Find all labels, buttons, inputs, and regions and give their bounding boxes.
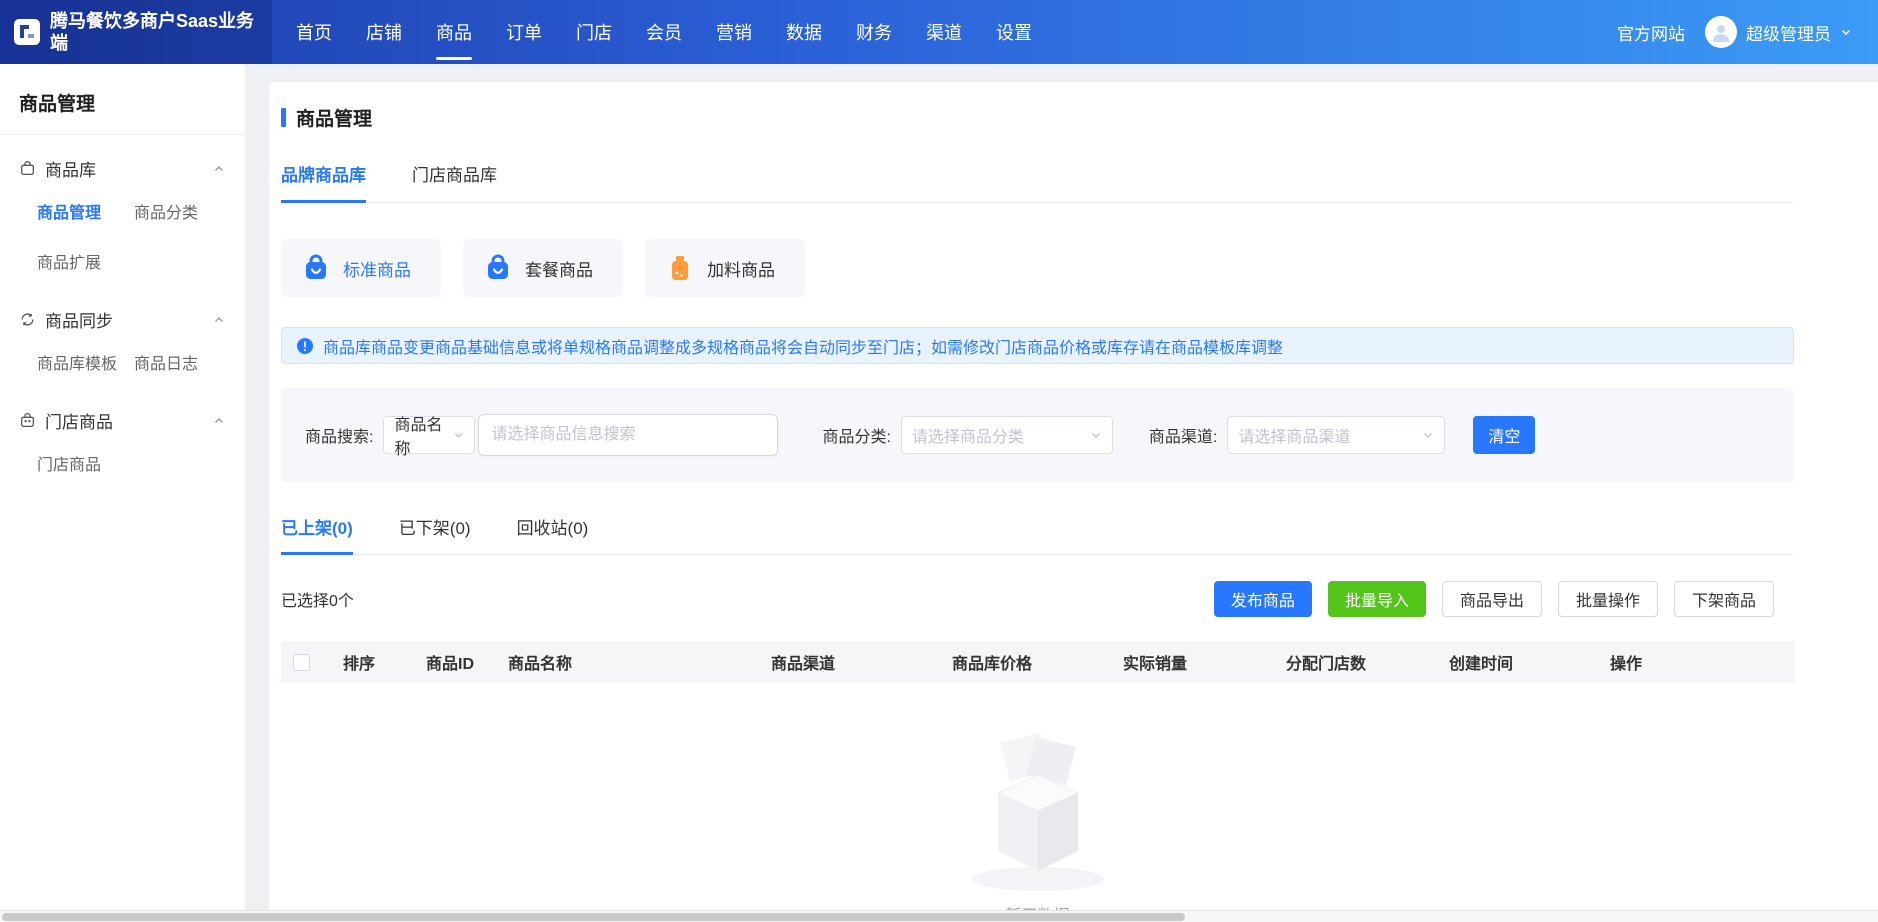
nav-item-finance[interactable]: 财务 <box>854 0 894 64</box>
sidebar-item-product-management[interactable]: 商品管理 <box>37 186 134 236</box>
avatar <box>1705 16 1737 48</box>
sidebar-item-product-log[interactable]: 商品日志 <box>134 337 231 387</box>
chevron-up-icon[interactable] <box>213 415 225 427</box>
title-accent-bar <box>281 108 286 127</box>
page-title-row: 商品管理 <box>281 104 1794 131</box>
scrollbar-thumb[interactable] <box>2 913 1185 921</box>
sidebar-group-store-product[interactable]: 门店商品 <box>0 408 245 433</box>
jar-icon <box>665 253 695 283</box>
chevron-down-icon <box>1422 429 1434 441</box>
sync-icon <box>19 311 36 328</box>
nav-item-member[interactable]: 会员 <box>644 0 684 64</box>
search-label: 商品搜索: <box>305 423 373 447</box>
col-product-name: 商品名称 <box>508 650 771 674</box>
notice-text: 商品库商品变更商品基础信息或将单规格商品调整成多规格商品将会自动同步至门店；如需… <box>323 334 1283 358</box>
col-sort: 排序 <box>343 650 426 674</box>
nav-item-data[interactable]: 数据 <box>784 0 824 64</box>
brand-area: 腾马餐饮多商户Saas业务端 <box>0 0 272 64</box>
channel-label: 商品渠道: <box>1149 423 1217 447</box>
card-combo-product[interactable]: 套餐商品 <box>463 239 623 297</box>
chevron-down-icon <box>1840 26 1852 38</box>
col-assigned-stores: 分配门店数 <box>1286 650 1449 674</box>
chevron-up-icon[interactable] <box>213 163 225 175</box>
sidebar-group-product-sync[interactable]: 商品同步 <box>0 307 245 332</box>
card-topping-product[interactable]: 加料商品 <box>645 239 805 297</box>
batch-import-button[interactable]: 批量导入 <box>1328 581 1426 617</box>
main-area: 商品管理 品牌商品库 门店商品库 标准商品 <box>245 64 1878 922</box>
col-product-id: 商品ID <box>426 650 508 674</box>
library-tabs: 品牌商品库 门店商品库 <box>281 161 1794 203</box>
sidebar-item-product-extension[interactable]: 商品扩展 <box>37 236 134 286</box>
chevron-down-icon <box>1090 429 1102 441</box>
chevron-down-icon <box>453 429 464 441</box>
bag-icon <box>483 253 513 283</box>
nav-item-store[interactable]: 门店 <box>574 0 614 64</box>
user-menu[interactable]: 超级管理员 <box>1705 16 1852 48</box>
product-type-cards: 标准商品 套餐商品 加料商品 <box>281 239 1794 297</box>
tab-recycle-bin[interactable]: 回收站(0) <box>517 514 589 554</box>
filter-panel: 商品搜索: 商品名称 商品分类: 请选择商品分类 商品渠道: 请选择商品渠道 <box>281 388 1794 482</box>
search-input[interactable] <box>478 414 778 456</box>
tab-on-shelf[interactable]: 已上架(0) <box>281 514 353 554</box>
product-export-button[interactable]: 商品导出 <box>1442 581 1542 617</box>
nav-item-marketing[interactable]: 营销 <box>714 0 754 64</box>
empty-box-illustration <box>948 713 1128 900</box>
horizontal-scrollbar[interactable] <box>0 910 1878 922</box>
col-library-price: 商品库价格 <box>952 650 1123 674</box>
brand-title: 腾马餐饮多商户Saas业务端 <box>50 10 258 54</box>
table-header: 排序 商品ID 商品名称 商品渠道 商品库价格 实际销量 分配门店数 创建时间 … <box>281 641 1794 683</box>
official-site-link[interactable]: 官方网站 <box>1617 20 1685 45</box>
brand-logo-icon <box>14 19 40 45</box>
primary-nav: 首页 店铺 商品 订单 门店 会员 营销 数据 财务 渠道 设置 <box>294 0 1034 64</box>
off-shelf-button[interactable]: 下架商品 <box>1674 581 1774 617</box>
select-all-checkbox[interactable] <box>293 654 310 671</box>
username-label: 超级管理员 <box>1746 20 1831 45</box>
col-operation: 操作 <box>1610 650 1794 674</box>
col-actual-sales: 实际销量 <box>1123 650 1286 674</box>
toolbar-row: 已选择0个 发布商品 批量导入 商品导出 批量操作 下架商品 <box>281 581 1794 617</box>
sidebar-title: 商品管理 <box>0 64 245 134</box>
topbar-right: 官方网站 超级管理员 <box>1617 16 1878 48</box>
nav-item-channel[interactable]: 渠道 <box>924 0 964 64</box>
top-navigation-bar: 腾马餐饮多商户Saas业务端 首页 店铺 商品 订单 门店 会员 营销 数据 财… <box>0 0 1878 64</box>
clear-button[interactable]: 清空 <box>1473 416 1535 454</box>
store-bag-icon <box>19 412 36 429</box>
tab-off-shelf[interactable]: 已下架(0) <box>399 514 471 554</box>
sidebar-item-product-template[interactable]: 商品库模板 <box>37 337 134 387</box>
batch-operation-button[interactable]: 批量操作 <box>1558 581 1658 617</box>
card-standard-product[interactable]: 标准商品 <box>281 239 441 297</box>
action-buttons: 发布商品 批量导入 商品导出 批量操作 下架商品 <box>1214 581 1794 617</box>
sidebar: 商品管理 商品库 商品管理 商品分类 商品扩展 <box>0 64 245 922</box>
status-tabs: 已上架(0) 已下架(0) 回收站(0) <box>281 514 1794 555</box>
page-title: 商品管理 <box>296 104 372 131</box>
tab-store-product-library[interactable]: 门店商品库 <box>412 161 497 202</box>
nav-item-shop[interactable]: 店铺 <box>364 0 404 64</box>
category-select[interactable]: 请选择商品分类 <box>901 416 1113 454</box>
selection-count-text: 已选择0个 <box>281 587 354 611</box>
bag-icon <box>19 160 36 177</box>
col-product-channel: 商品渠道 <box>771 650 952 674</box>
publish-product-button[interactable]: 发布商品 <box>1214 581 1312 617</box>
sidebar-item-product-category[interactable]: 商品分类 <box>134 186 231 236</box>
nav-item-home[interactable]: 首页 <box>294 0 334 64</box>
app-page: 腾马餐饮多商户Saas业务端 首页 店铺 商品 订单 门店 会员 营销 数据 财… <box>0 0 1878 922</box>
bag-icon <box>301 253 331 283</box>
nav-item-product[interactable]: 商品 <box>434 0 474 64</box>
col-created-time: 创建时间 <box>1449 650 1610 674</box>
channel-select[interactable]: 请选择商品渠道 <box>1227 416 1445 454</box>
empty-state: 暂无数据 <box>281 713 1794 922</box>
search-type-select[interactable]: 商品名称 <box>383 416 475 454</box>
nav-item-order[interactable]: 订单 <box>504 0 544 64</box>
content-card: 商品管理 品牌商品库 门店商品库 标准商品 <box>269 82 1878 922</box>
info-icon <box>296 337 314 355</box>
category-label: 商品分类: <box>822 423 890 447</box>
nav-item-settings[interactable]: 设置 <box>994 0 1034 64</box>
sync-notice-banner: 商品库商品变更商品基础信息或将单规格商品调整成多规格商品将会自动同步至门店；如需… <box>281 327 1794 364</box>
tab-brand-product-library[interactable]: 品牌商品库 <box>281 161 366 202</box>
sidebar-divider <box>0 134 245 135</box>
sidebar-group-product-library[interactable]: 商品库 <box>0 156 245 181</box>
sidebar-item-store-product[interactable]: 门店商品 <box>37 438 134 488</box>
chevron-up-icon[interactable] <box>213 314 225 326</box>
